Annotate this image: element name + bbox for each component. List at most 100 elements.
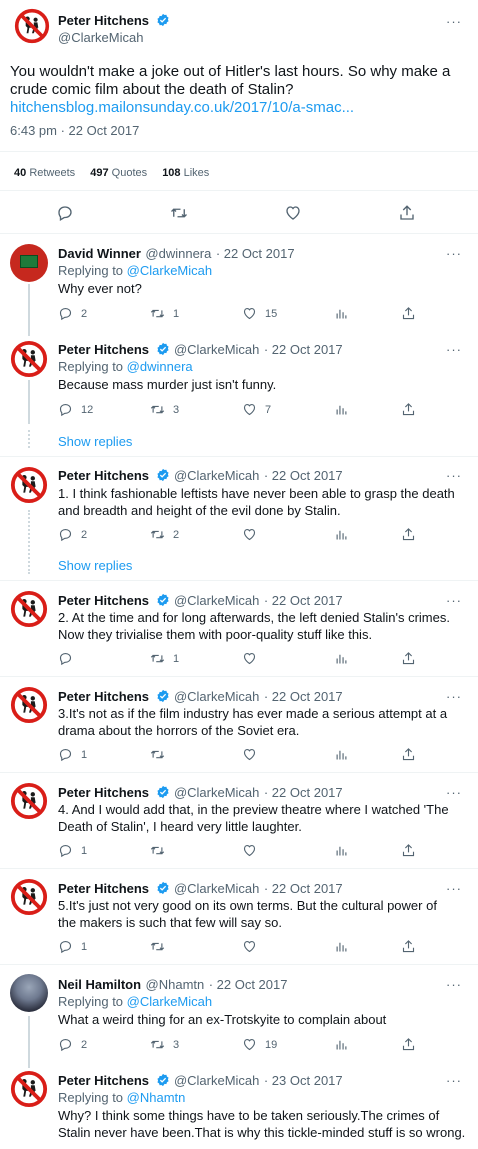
reply-date[interactable]: · 22 Oct 2017	[264, 689, 343, 704]
reply-icon[interactable]	[56, 204, 74, 222]
views-button[interactable]	[334, 402, 349, 417]
like-button[interactable]	[242, 527, 282, 542]
more-options-icon[interactable]: ···	[446, 785, 462, 800]
reply-author-name[interactable]: Peter Hitchens	[58, 689, 149, 704]
more-options-icon[interactable]: ···	[446, 977, 462, 992]
reply-button[interactable]: 1	[58, 843, 98, 858]
avatar[interactable]	[10, 782, 48, 820]
share-icon[interactable]	[398, 204, 416, 222]
views-button[interactable]	[334, 527, 349, 542]
reply-author-handle[interactable]: @ClarkeMicah	[174, 468, 259, 483]
author-name[interactable]: Peter Hitchens	[58, 13, 149, 28]
like-button[interactable]: 19	[242, 1037, 282, 1052]
share-button[interactable]	[401, 1037, 416, 1052]
reply-author-handle[interactable]: @dwinnera	[145, 246, 211, 261]
reply-author-handle[interactable]: @ClarkeMicah	[174, 593, 259, 608]
more-options-icon[interactable]: ···	[446, 1073, 462, 1088]
avatar[interactable]	[10, 590, 48, 628]
reply-button[interactable]: 2	[58, 527, 98, 542]
avatar[interactable]	[10, 974, 48, 1012]
retweet-button[interactable]	[150, 939, 190, 954]
more-options-icon[interactable]: ···	[446, 246, 462, 261]
replying-to-link[interactable]: @dwinnera	[127, 359, 193, 374]
reply-author-handle[interactable]: @ClarkeMicah	[174, 342, 259, 357]
views-button[interactable]	[334, 651, 349, 666]
reply-date[interactable]: · 22 Oct 2017	[264, 785, 343, 800]
timestamp[interactable]: 6:43 pm · 22 Oct 2017	[10, 123, 139, 138]
retweet-button[interactable]: 1	[150, 651, 190, 666]
retweets-stat[interactable]: 40 Retweets	[14, 167, 75, 179]
reply-date[interactable]: · 22 Oct 2017	[264, 593, 343, 608]
more-options-icon[interactable]: ···	[446, 468, 462, 483]
show-replies-link[interactable]: Show replies	[58, 558, 132, 573]
reply-date[interactable]: · 23 Oct 2017	[264, 1073, 343, 1088]
reply-author-name[interactable]: Peter Hitchens	[58, 342, 149, 357]
like-button[interactable]	[242, 939, 282, 954]
views-button[interactable]	[334, 843, 349, 858]
author-handle[interactable]: @ClarkeMicah	[58, 30, 143, 45]
like-button[interactable]: 7	[242, 402, 282, 417]
reply-button[interactable]: 2	[58, 306, 98, 321]
share-button[interactable]	[401, 402, 416, 417]
views-button[interactable]	[334, 747, 349, 762]
more-options-icon[interactable]: ···	[446, 14, 462, 29]
reply-author-handle[interactable]: @ClarkeMicah	[174, 689, 259, 704]
reply-button[interactable]: 2	[58, 1037, 98, 1052]
retweet-button[interactable]: 3	[150, 402, 190, 417]
share-button[interactable]	[401, 306, 416, 321]
retweet-button[interactable]: 3	[150, 1037, 190, 1052]
like-button[interactable]	[242, 651, 282, 666]
reply-author-name[interactable]: Peter Hitchens	[58, 593, 149, 608]
like-icon[interactable]	[284, 204, 302, 222]
retweet-button[interactable]: 1	[150, 306, 190, 321]
like-button[interactable]	[242, 747, 282, 762]
quotes-stat[interactable]: 497 Quotes	[90, 167, 147, 179]
reply-author-handle[interactable]: @Nhamtn	[146, 977, 205, 992]
share-button[interactable]	[401, 939, 416, 954]
retweet-button[interactable]	[150, 843, 190, 858]
reply-date[interactable]: · 22 Oct 2017	[264, 342, 343, 357]
replying-to-link[interactable]: @ClarkeMicah	[127, 994, 212, 1009]
more-options-icon[interactable]: ···	[446, 881, 462, 896]
reply-date[interactable]: · 22 Oct 2017	[264, 468, 343, 483]
avatar[interactable]	[10, 686, 48, 724]
views-button[interactable]	[334, 1037, 349, 1052]
reply-author-handle[interactable]: @ClarkeMicah	[174, 1073, 259, 1088]
reply-author-name[interactable]: Peter Hitchens	[58, 468, 149, 483]
reply-author-handle[interactable]: @ClarkeMicah	[174, 785, 259, 800]
share-button[interactable]	[401, 747, 416, 762]
tweet-link[interactable]: hitchensblog.mailonsunday.co.uk/2017/10/…	[10, 99, 354, 116]
reply-button[interactable]: 1	[58, 939, 98, 954]
reply-author-name[interactable]: Peter Hitchens	[58, 881, 149, 896]
reply-button[interactable]: 12	[58, 402, 98, 417]
retweet-button[interactable]: 2	[150, 527, 190, 542]
more-options-icon[interactable]: ···	[446, 689, 462, 704]
likes-stat[interactable]: 108 Likes	[162, 167, 209, 179]
share-button[interactable]	[401, 843, 416, 858]
reply-button[interactable]	[58, 651, 98, 666]
reply-date[interactable]: · 22 Oct 2017	[216, 246, 295, 261]
views-button[interactable]	[334, 939, 349, 954]
show-replies-link[interactable]: Show replies	[58, 434, 132, 449]
avatar[interactable]	[14, 8, 50, 44]
avatar[interactable]	[10, 878, 48, 916]
reply-author-name[interactable]: Peter Hitchens	[58, 1073, 149, 1088]
more-options-icon[interactable]: ···	[446, 593, 462, 608]
like-button[interactable]: 15	[242, 306, 282, 321]
reply-author-name[interactable]: Peter Hitchens	[58, 785, 149, 800]
avatar[interactable]	[10, 1070, 48, 1108]
avatar[interactable]	[10, 244, 48, 282]
retweet-button[interactable]	[150, 747, 190, 762]
avatar[interactable]	[10, 340, 48, 378]
replying-to-link[interactable]: @ClarkeMicah	[127, 263, 212, 278]
reply-date[interactable]: · 22 Oct 2017	[264, 881, 343, 896]
reply-date[interactable]: · 22 Oct 2017	[209, 977, 288, 992]
retweet-icon[interactable]	[170, 204, 188, 222]
reply-author-handle[interactable]: @ClarkeMicah	[174, 881, 259, 896]
share-button[interactable]	[401, 527, 416, 542]
reply-author-name[interactable]: Neil Hamilton	[58, 977, 141, 992]
reply-button[interactable]: 1	[58, 747, 98, 762]
reply-author-name[interactable]: David Winner	[58, 246, 141, 261]
views-button[interactable]	[334, 306, 349, 321]
share-button[interactable]	[401, 651, 416, 666]
